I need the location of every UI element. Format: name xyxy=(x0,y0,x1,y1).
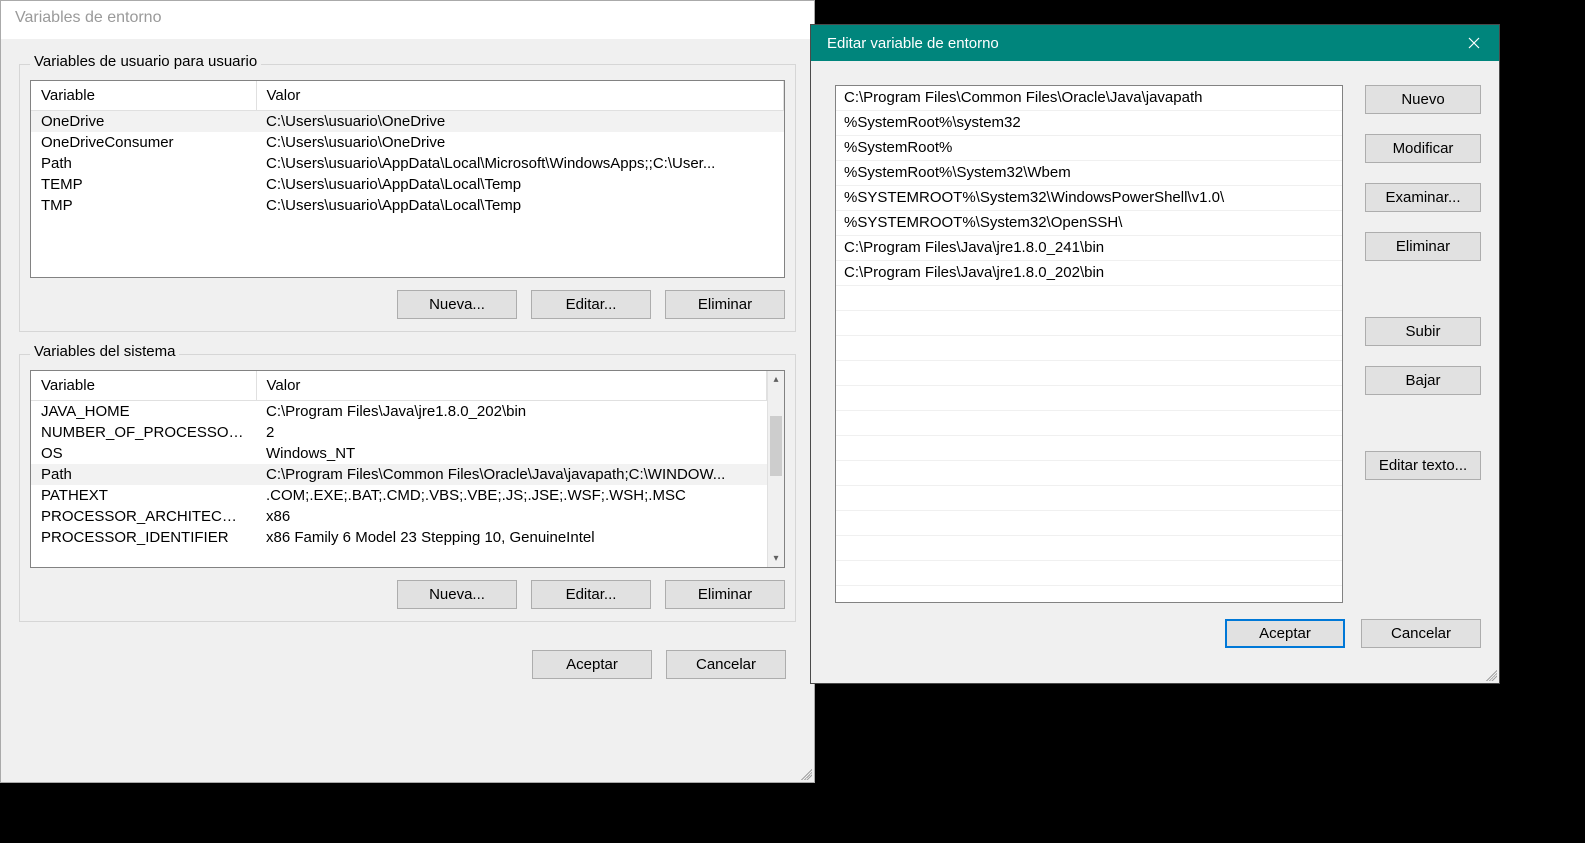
resize-grip[interactable] xyxy=(1483,667,1497,681)
value-cell: C:\Users\usuario\AppData\Local\Temp xyxy=(256,195,784,216)
user-variables-group: Variables de usuario para usuario Variab… xyxy=(19,64,796,332)
table-row[interactable]: TEMPC:\Users\usuario\AppData\Local\Temp xyxy=(31,174,784,195)
variable-cell: OS xyxy=(31,443,256,464)
list-item[interactable]: C:\Program Files\Java\jre1.8.0_202\bin xyxy=(836,261,1342,286)
column-variable[interactable]: Variable xyxy=(31,371,256,401)
variable-cell: PROCESSOR_ARCHITECTURE xyxy=(31,506,256,527)
list-item[interactable]: %SystemRoot%\system32 xyxy=(836,111,1342,136)
table-row[interactable]: PROCESSOR_ARCHITECTUREx86 xyxy=(31,506,767,527)
user-edit-button[interactable]: Editar... xyxy=(531,290,651,319)
list-item[interactable] xyxy=(836,436,1342,461)
variable-cell: PATHEXT xyxy=(31,485,256,506)
variable-cell: TMP xyxy=(31,195,256,216)
column-variable[interactable]: Variable xyxy=(31,81,256,111)
edit-cancel-button[interactable]: Cancelar xyxy=(1361,619,1481,648)
value-cell: C:\Users\usuario\OneDrive xyxy=(256,132,784,153)
user-group-label: Variables de usuario para usuario xyxy=(30,53,261,70)
path-edit-button[interactable]: Modificar xyxy=(1365,134,1481,163)
edit-environment-variable-dialog: Editar variable de entorno C:\Program Fi… xyxy=(810,24,1500,684)
list-item[interactable] xyxy=(836,386,1342,411)
list-item[interactable] xyxy=(836,561,1342,586)
list-item[interactable] xyxy=(836,336,1342,361)
resize-grip[interactable] xyxy=(798,766,812,780)
system-table-scrollbar[interactable]: ▴ ▾ xyxy=(767,371,784,567)
list-item[interactable]: %SYSTEMROOT%\System32\WindowsPowerShell\… xyxy=(836,186,1342,211)
table-row[interactable]: TMPC:\Users\usuario\AppData\Local\Temp xyxy=(31,195,784,216)
table-row[interactable]: PATHEXT.COM;.EXE;.BAT;.CMD;.VBS;.VBE;.JS… xyxy=(31,485,767,506)
variable-cell: Path xyxy=(31,153,256,174)
system-delete-button[interactable]: Eliminar xyxy=(665,580,785,609)
list-item[interactable] xyxy=(836,461,1342,486)
path-new-button[interactable]: Nuevo xyxy=(1365,85,1481,114)
system-variables-table[interactable]: Variable Valor JAVA_HOMEC:\Program Files… xyxy=(30,370,785,568)
edit-dialog-titlebar[interactable]: Editar variable de entorno xyxy=(811,25,1499,61)
list-item[interactable]: C:\Program Files\Common Files\Oracle\Jav… xyxy=(836,86,1342,111)
list-item[interactable]: %SystemRoot%\System32\Wbem xyxy=(836,161,1342,186)
edit-dialog-title: Editar variable de entorno xyxy=(827,35,999,52)
user-new-button[interactable]: Nueva... xyxy=(397,290,517,319)
list-item[interactable]: %SystemRoot% xyxy=(836,136,1342,161)
value-cell: C:\Users\usuario\AppData\Local\Microsoft… xyxy=(256,153,784,174)
system-new-button[interactable]: Nueva... xyxy=(397,580,517,609)
list-item[interactable]: C:\Program Files\Java\jre1.8.0_241\bin xyxy=(836,236,1342,261)
environment-variables-dialog: Variables de entorno Variables de usuari… xyxy=(0,0,815,783)
user-variables-table[interactable]: Variable Valor OneDriveC:\Users\usuario\… xyxy=(30,80,785,278)
list-item[interactable] xyxy=(836,361,1342,386)
variable-cell: PROCESSOR_IDENTIFIER xyxy=(31,527,256,548)
scroll-thumb[interactable] xyxy=(770,416,782,476)
value-cell: Windows_NT xyxy=(256,443,767,464)
list-item[interactable]: %SYSTEMROOT%\System32\OpenSSH\ xyxy=(836,211,1342,236)
column-value[interactable]: Valor xyxy=(256,81,784,111)
variable-cell: OneDriveConsumer xyxy=(31,132,256,153)
path-edit-text-button[interactable]: Editar texto... xyxy=(1365,451,1481,480)
close-icon xyxy=(1468,37,1480,49)
scroll-up-icon[interactable]: ▴ xyxy=(768,371,784,388)
path-list[interactable]: C:\Program Files\Common Files\Oracle\Jav… xyxy=(835,85,1343,603)
table-row[interactable]: PROCESSOR_IDENTIFIERx86 Family 6 Model 2… xyxy=(31,527,767,548)
value-cell: C:\Users\usuario\AppData\Local\Temp xyxy=(256,174,784,195)
table-row[interactable]: PathC:\Program Files\Common Files\Oracle… xyxy=(31,464,767,485)
list-item[interactable] xyxy=(836,511,1342,536)
table-row[interactable]: NUMBER_OF_PROCESSORS2 xyxy=(31,422,767,443)
variable-cell: NUMBER_OF_PROCESSORS xyxy=(31,422,256,443)
variable-cell: TEMP xyxy=(31,174,256,195)
column-value[interactable]: Valor xyxy=(256,371,767,401)
table-row[interactable]: OneDriveConsumerC:\Users\usuario\OneDriv… xyxy=(31,132,784,153)
edit-ok-button[interactable]: Aceptar xyxy=(1225,619,1345,648)
path-down-button[interactable]: Bajar xyxy=(1365,366,1481,395)
value-cell: x86 Family 6 Model 23 Stepping 10, Genui… xyxy=(256,527,767,548)
variable-cell: OneDrive xyxy=(31,111,256,133)
variable-cell: JAVA_HOME xyxy=(31,401,256,423)
path-delete-button[interactable]: Eliminar xyxy=(1365,232,1481,261)
table-row[interactable]: JAVA_HOMEC:\Program Files\Java\jre1.8.0_… xyxy=(31,401,767,423)
value-cell: x86 xyxy=(256,506,767,527)
value-cell: C:\Program Files\Common Files\Oracle\Jav… xyxy=(256,464,767,485)
table-row[interactable]: PathC:\Users\usuario\AppData\Local\Micro… xyxy=(31,153,784,174)
value-cell: C:\Users\usuario\OneDrive xyxy=(256,111,784,133)
list-item[interactable] xyxy=(836,286,1342,311)
user-delete-button[interactable]: Eliminar xyxy=(665,290,785,319)
system-variables-group: Variables del sistema Variable Valor JAV… xyxy=(19,354,796,622)
list-item[interactable] xyxy=(836,486,1342,511)
list-item[interactable] xyxy=(836,311,1342,336)
path-up-button[interactable]: Subir xyxy=(1365,317,1481,346)
value-cell: 2 xyxy=(256,422,767,443)
value-cell: .COM;.EXE;.BAT;.CMD;.VBS;.VBE;.JS;.JSE;.… xyxy=(256,485,767,506)
variable-cell: Path xyxy=(31,464,256,485)
list-item[interactable] xyxy=(836,411,1342,436)
scroll-down-icon[interactable]: ▾ xyxy=(768,550,784,567)
value-cell: C:\Program Files\Java\jre1.8.0_202\bin xyxy=(256,401,767,423)
dialog-title: Variables de entorno xyxy=(1,1,814,39)
table-row[interactable]: OSWindows_NT xyxy=(31,443,767,464)
path-browse-button[interactable]: Examinar... xyxy=(1365,183,1481,212)
close-button[interactable] xyxy=(1449,25,1499,61)
table-row[interactable]: OneDriveC:\Users\usuario\OneDrive xyxy=(31,111,784,133)
env-cancel-button[interactable]: Cancelar xyxy=(666,650,786,679)
list-item[interactable] xyxy=(836,536,1342,561)
system-group-label: Variables del sistema xyxy=(30,343,179,360)
env-ok-button[interactable]: Aceptar xyxy=(532,650,652,679)
system-edit-button[interactable]: Editar... xyxy=(531,580,651,609)
